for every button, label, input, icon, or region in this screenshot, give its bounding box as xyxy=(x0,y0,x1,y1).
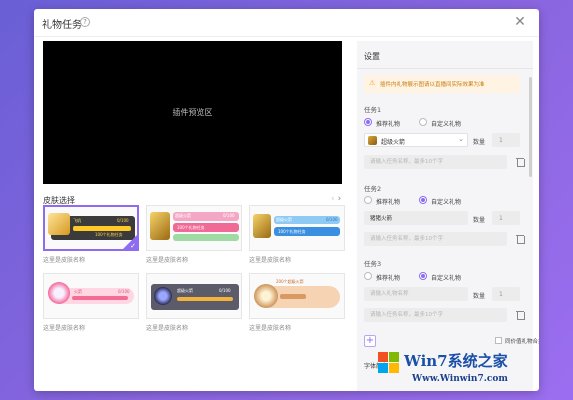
skin-3-bar-text: 100个礼物任务 xyxy=(278,229,306,234)
task-3-trash-icon[interactable] xyxy=(516,310,525,320)
task-1-gift-select[interactable]: 超级火箭 ⌄ xyxy=(364,133,468,147)
skin-card-1-name: 这里是皮肤名称 xyxy=(43,257,86,264)
watermark-url: Www.Winwin7.com xyxy=(412,374,508,384)
skin-2-bar-2 xyxy=(173,234,239,241)
skin-card-6[interactable]: 200个超级火箭 xyxy=(249,273,345,319)
watermark: Win7系统之家 Www.Winwin7.com xyxy=(372,348,573,400)
task-3-name-input[interactable] xyxy=(364,308,507,322)
task-2-custom-label: 自定义礼物 xyxy=(431,199,462,206)
task-1-name-input[interactable] xyxy=(364,155,507,169)
skin-3-count: 0/100 xyxy=(326,217,338,222)
skin-1-gift-icon xyxy=(48,213,70,235)
task-3-custom-radio[interactable] xyxy=(419,272,427,280)
task-3-gift-input[interactable] xyxy=(364,287,468,301)
skin-3-gift-icon xyxy=(253,214,271,238)
task-3-custom-label: 自定义礼物 xyxy=(431,275,462,282)
skin-card-5-name: 这里是皮肤名称 xyxy=(146,325,189,332)
task-2-label: 任务2 xyxy=(364,185,382,193)
skin-pager: ‹› xyxy=(331,194,344,204)
task-2-gift-input[interactable] xyxy=(364,211,468,225)
close-icon[interactable]: ✕ xyxy=(513,15,527,29)
task-3-qty-label: 数量 xyxy=(473,293,486,300)
add-task-button[interactable]: + xyxy=(364,335,376,347)
task-2-qty-label: 数量 xyxy=(473,217,486,224)
task-2-trash-icon[interactable] xyxy=(516,234,525,244)
skin-4-gift-icon xyxy=(48,282,70,304)
task-2-recommended-label: 推荐礼物 xyxy=(376,199,401,206)
task-3-recommended-label: 推荐礼物 xyxy=(376,275,401,282)
skin-4-gift-text: 火箭 xyxy=(74,289,82,294)
task-3-qty-input[interactable] xyxy=(492,287,520,301)
skin-5-gift-text: 超级火箭 xyxy=(177,288,193,293)
skin-card-3-name: 这里是皮肤名称 xyxy=(249,257,292,264)
task-3-recommended-radio[interactable] xyxy=(364,272,372,280)
task-2-name-input[interactable] xyxy=(364,232,507,246)
merge-gifts-label: 同价值礼物合并 xyxy=(505,339,539,345)
skin-prev-button[interactable]: ‹ xyxy=(331,194,338,204)
help-icon[interactable]: ? xyxy=(80,17,90,27)
task-1-trash-icon[interactable] xyxy=(516,157,525,167)
settings-divider xyxy=(357,68,533,69)
plugin-preview-area: 插件预览区 xyxy=(43,41,342,184)
notice-banner: ⚠ 插件内礼物展示图请以直播间实际效果为准 xyxy=(364,75,520,93)
skin-5-count: 0/100 xyxy=(219,288,231,293)
task-1-recommended-radio[interactable] xyxy=(364,118,372,126)
task-2-recommended-radio[interactable] xyxy=(364,196,372,204)
skin-1-progress xyxy=(73,226,131,231)
task-3-label: 任务3 xyxy=(364,260,382,268)
watermark-brand: Win7系统之家 xyxy=(404,352,508,370)
task-1-label: 任务1 xyxy=(364,106,382,114)
warning-icon: ⚠ xyxy=(369,79,376,87)
skin-card-3[interactable]: 超级火箭 0/100 100个礼物任务 xyxy=(249,205,345,251)
skin-2-count: 0/100 xyxy=(223,213,235,218)
task-1-gift-value: 超级火箭 xyxy=(381,139,406,146)
task-2-qty-input[interactable] xyxy=(492,211,520,225)
skin-2-bar-text: 100个礼物任务 xyxy=(177,225,205,230)
skin-2-gift-icon xyxy=(150,212,170,240)
task-1-qty-label: 数量 xyxy=(473,139,486,146)
skin-5-gift-icon xyxy=(154,287,172,305)
task-1-qty-input[interactable] xyxy=(492,133,520,147)
rocket-icon xyxy=(368,136,377,145)
skin-card-2-name: 这里是皮肤名称 xyxy=(146,257,189,264)
panel-scrollbar[interactable] xyxy=(529,77,532,177)
windows-logo-icon xyxy=(378,352,400,374)
skin-card-4-name: 这里是皮肤名称 xyxy=(43,325,86,332)
skin-card-2[interactable]: 超级火箭 0/100 100个礼物任务 xyxy=(146,205,242,251)
skin-3-gift-text: 超级火箭 xyxy=(276,217,292,222)
skin-2-gift-text: 超级火箭 xyxy=(175,213,191,218)
check-icon: ✓ xyxy=(130,242,136,250)
skin-5-progress xyxy=(177,297,233,301)
skin-1-count: 0/100 xyxy=(117,218,129,223)
chevron-down-icon: ⌄ xyxy=(458,135,464,143)
skin-6-gift-text: 200个超级火箭 xyxy=(276,279,304,284)
task-2-custom-radio[interactable] xyxy=(419,196,427,204)
skin-card-1[interactable]: 飞机 0/100 100个礼物任务 ✓ xyxy=(43,205,139,251)
settings-panel: 设置 ⚠ 插件内礼物展示图请以直播间实际效果为准 任务1 推荐礼物 自定义礼物 … xyxy=(357,41,539,391)
skin-card-4[interactable]: 火箭 0/100 xyxy=(43,273,139,319)
skin-4-progress xyxy=(72,296,128,300)
skin-card-6-name: 这里是皮肤名称 xyxy=(249,325,292,332)
skin-4-count: 0/100 xyxy=(118,289,130,294)
merge-gifts-checkbox[interactable] xyxy=(495,337,502,344)
skin-6-gift-icon xyxy=(254,284,278,308)
gift-task-dialog: 礼物任务 ? ✕ 插件预览区 皮肤选择 ‹› 飞机 0/100 100个礼物任务… xyxy=(34,9,539,391)
settings-title: 设置 xyxy=(364,52,380,61)
preview-label: 插件预览区 xyxy=(172,108,213,117)
notice-text: 插件内礼物展示图请以直播间实际效果为准 xyxy=(380,82,485,88)
task-1-recommended-label: 推荐礼物 xyxy=(376,121,401,128)
skin-next-button[interactable]: › xyxy=(338,194,345,204)
skin-card-5[interactable]: 超级火箭 0/100 xyxy=(146,273,242,319)
task-1-custom-label: 自定义礼物 xyxy=(431,121,462,128)
task-1-custom-radio[interactable] xyxy=(419,118,427,126)
skin-1-bar-text: 100个礼物任务 xyxy=(95,232,123,237)
skin-6-progress xyxy=(280,294,306,299)
dialog-title: 礼物任务 xyxy=(42,20,82,31)
title-bar: 礼物任务 ? ✕ xyxy=(34,9,539,37)
skin-1-gift-text: 飞机 xyxy=(73,218,81,223)
